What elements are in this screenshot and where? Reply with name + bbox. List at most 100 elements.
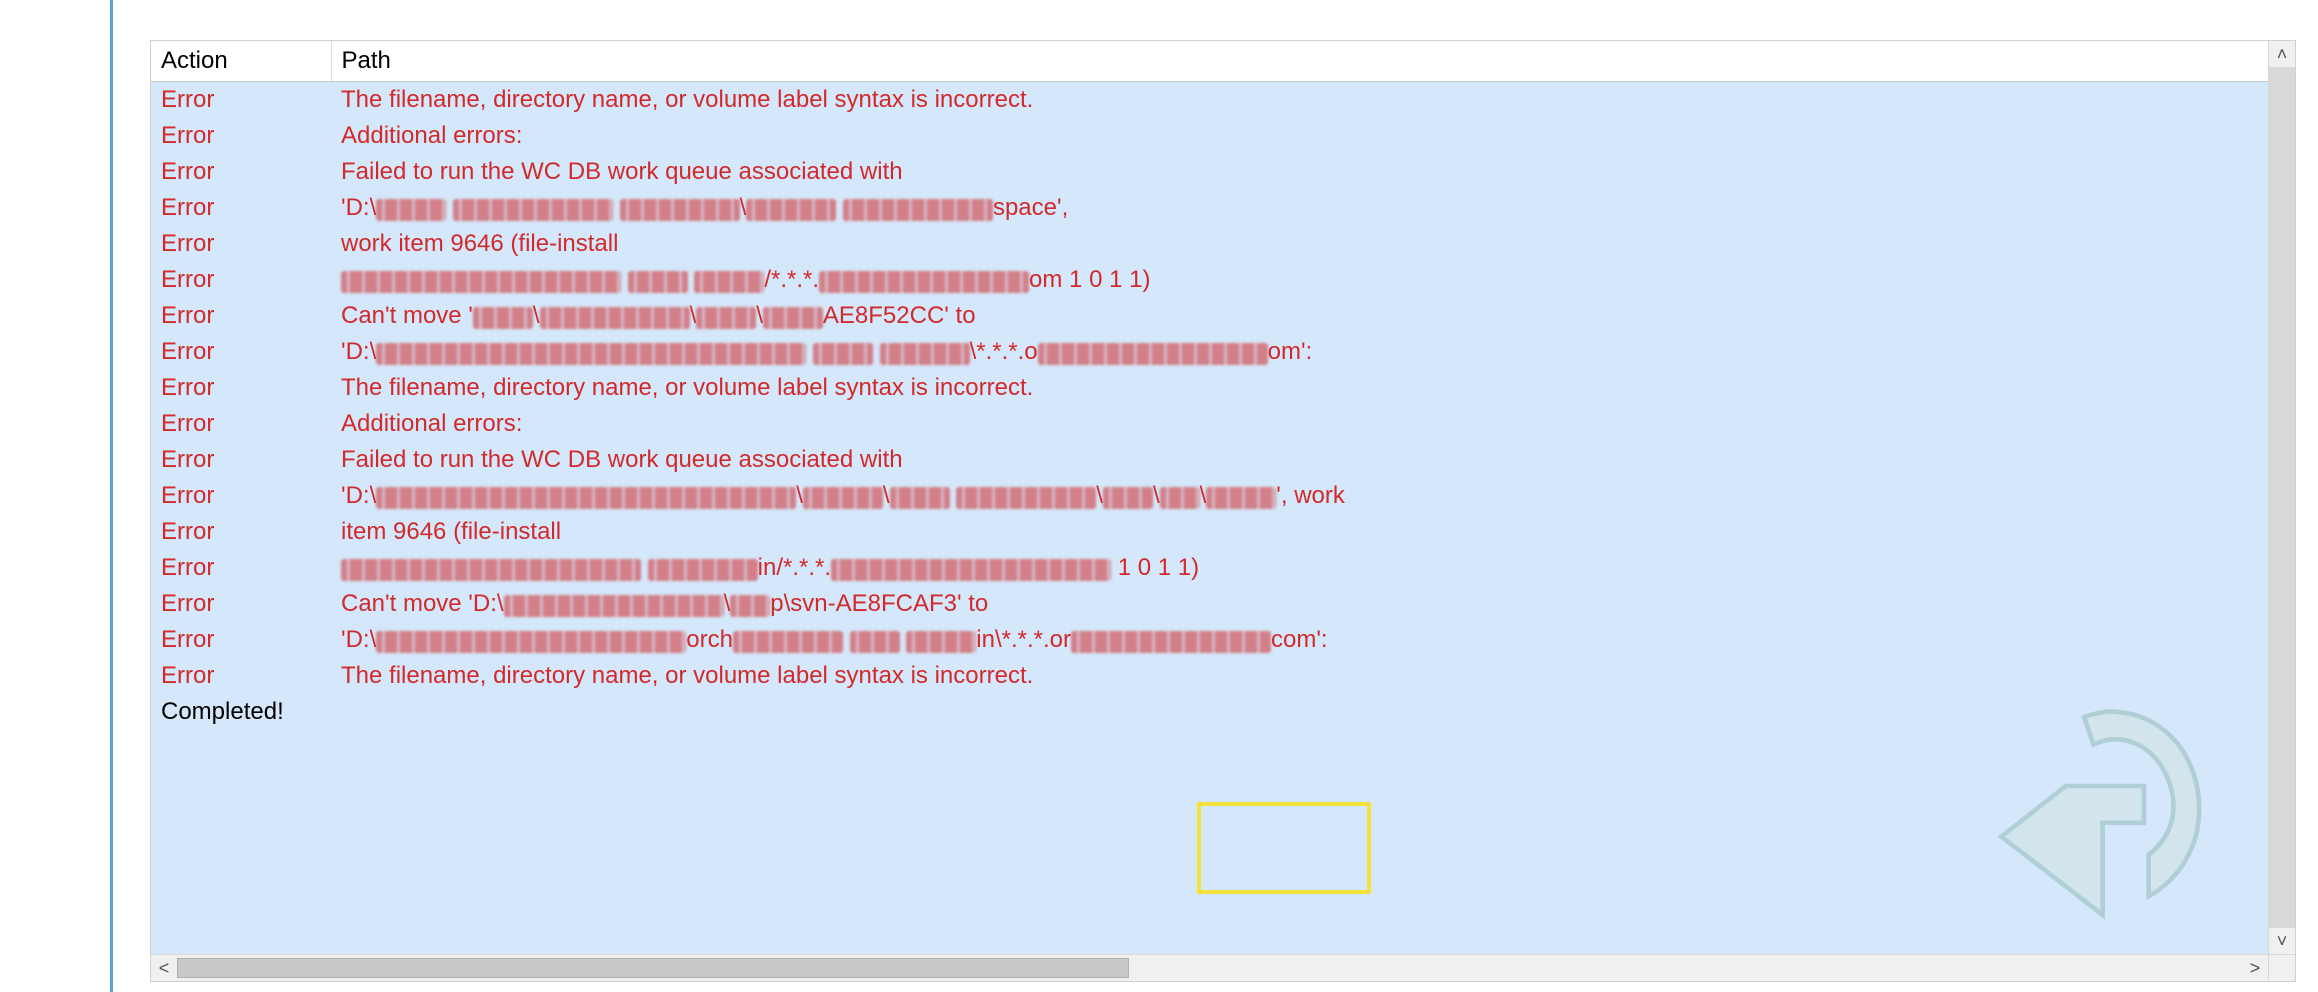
path-cell: Additional errors: [331, 406, 2268, 442]
scroll-down-icon[interactable]: ˅ [2269, 928, 2295, 954]
scroll-up-icon[interactable]: ˄ [2269, 41, 2295, 67]
action-error: Error [151, 406, 331, 442]
redacted-segment [813, 343, 873, 365]
vertical-scroll-track[interactable] [2269, 67, 2295, 928]
column-header-path[interactable]: Path [331, 41, 2268, 82]
column-header-action[interactable]: Action [151, 41, 331, 82]
redacted-segment [803, 487, 883, 509]
action-completed: Completed! [151, 694, 331, 730]
redacted-segment [648, 559, 758, 581]
redacted-segment [540, 307, 690, 329]
path-cell: The filename, directory name, or volume … [331, 82, 2268, 119]
scroll-right-icon[interactable]: > [2242, 955, 2268, 981]
redacted-segment [1071, 631, 1271, 653]
path-cell [331, 694, 2268, 730]
action-error: Error [151, 190, 331, 226]
horizontal-scroll-track[interactable] [177, 955, 2242, 981]
redacted-segment [341, 559, 641, 581]
action-error: Error [151, 298, 331, 334]
table-row[interactable]: ErrorAdditional errors: [151, 118, 2268, 154]
table-row[interactable]: Error Can't move 'D:\\p\svn-AE8FCAF3' to [151, 586, 2268, 622]
path-cell: 'D:\\\ \\\', work [331, 478, 2268, 514]
table-row[interactable]: Error in/*.*.*. 1 0 1 1) [151, 550, 2268, 586]
table-row[interactable]: Error 'D:\ \ space', [151, 190, 2268, 226]
action-error: Error [151, 622, 331, 658]
redacted-segment [696, 307, 756, 329]
table-row[interactable]: Error 'D:\\\ \\\', work [151, 478, 2268, 514]
redacted-segment [956, 487, 1096, 509]
redacted-segment [628, 271, 688, 293]
table-row[interactable]: Error 'D:\orch in\*.*.*.orcom': [151, 622, 2268, 658]
redacted-segment [890, 487, 950, 509]
table-row[interactable]: Error The filename, directory name, or v… [151, 370, 2268, 406]
redacted-segment [376, 199, 446, 221]
table-row[interactable]: Completed! [151, 694, 2268, 730]
scroll-left-icon[interactable]: < [151, 955, 177, 981]
path-cell: /*.*.*.om 1 0 1 1) [331, 262, 2268, 298]
redacted-segment [819, 271, 1029, 293]
table-row[interactable]: Error 'D:\ \*.*.*.oom': [151, 334, 2268, 370]
action-error: Error [151, 334, 331, 370]
action-error: Error [151, 586, 331, 622]
table-row[interactable]: ErrorFailed to run the WC DB work queue … [151, 442, 2268, 478]
path-cell: 'D:\ \*.*.*.oom': [331, 334, 2268, 370]
redacted-segment [453, 199, 613, 221]
path-cell: Can't move '\\\AE8F52CC' to [331, 298, 2268, 334]
action-error: Error [151, 118, 331, 154]
path-cell: 'D:\ \ space', [331, 190, 2268, 226]
path-cell: in/*.*.*. 1 0 1 1) [331, 550, 2268, 586]
action-error: Error [151, 262, 331, 298]
action-error: Error [151, 442, 331, 478]
path-cell: Failed to run the WC DB work queue assoc… [331, 154, 2268, 190]
table-row[interactable]: Error work item 9646 (file-install [151, 226, 2268, 262]
path-cell: The filename, directory name, or volume … [331, 370, 2268, 406]
path-cell: 'D:\orch in\*.*.*.orcom': [331, 622, 2268, 658]
action-error: Error [151, 82, 331, 119]
table-row[interactable]: Error Can't move '\\\AE8F52CC' to [151, 298, 2268, 334]
path-cell: work item 9646 (file-install [331, 226, 2268, 262]
action-error: Error [151, 514, 331, 550]
redacted-segment [504, 595, 724, 617]
table-row[interactable]: Error item 9646 (file-install [151, 514, 2268, 550]
action-error: Error [151, 154, 331, 190]
window-left-accent [110, 0, 113, 992]
action-error: Error [151, 370, 331, 406]
redacted-segment [376, 343, 806, 365]
redacted-segment [1038, 343, 1268, 365]
table-row[interactable]: Error The filename, directory name, or v… [151, 82, 2268, 119]
horizontal-scroll-thumb[interactable] [177, 958, 1129, 978]
action-error: Error [151, 550, 331, 586]
path-cell: item 9646 (file-install [331, 514, 2268, 550]
redacted-segment [746, 199, 836, 221]
action-error: Error [151, 226, 331, 262]
redacted-segment [843, 199, 993, 221]
redacted-segment [473, 307, 533, 329]
path-cell: Failed to run the WC DB work queue assoc… [331, 442, 2268, 478]
user-highlight-box [1197, 802, 1371, 894]
redacted-segment [733, 631, 843, 653]
path-cell: Can't move 'D:\\p\svn-AE8FCAF3' to [331, 586, 2268, 622]
table-row[interactable]: Error /*.*.*.om 1 0 1 1) [151, 262, 2268, 298]
table-row[interactable]: ErrorFailed to run the WC DB work queue … [151, 154, 2268, 190]
table-row[interactable]: Error The filename, directory name, or v… [151, 658, 2268, 694]
log-grid[interactable]: Action Path Error The filename, director… [151, 41, 2268, 954]
redacted-segment [620, 199, 740, 221]
redacted-segment [1160, 487, 1200, 509]
redacted-segment [730, 595, 770, 617]
action-error: Error [151, 478, 331, 514]
redacted-segment [376, 487, 796, 509]
scrollbar-corner [2268, 955, 2295, 981]
path-cell: The filename, directory name, or volume … [331, 658, 2268, 694]
horizontal-scrollbar[interactable]: < > [151, 954, 2295, 981]
path-cell: Additional errors: [331, 118, 2268, 154]
vertical-scrollbar[interactable]: ˄ ˅ [2268, 41, 2295, 954]
redacted-segment [376, 631, 686, 653]
table-row[interactable]: ErrorAdditional errors: [151, 406, 2268, 442]
log-table: Action Path Error The filename, director… [151, 41, 2268, 730]
redacted-segment [763, 307, 823, 329]
redacted-segment [880, 343, 970, 365]
redacted-segment [1103, 487, 1153, 509]
redacted-segment [850, 631, 900, 653]
redacted-segment [1206, 487, 1276, 509]
redacted-segment [831, 559, 1111, 581]
